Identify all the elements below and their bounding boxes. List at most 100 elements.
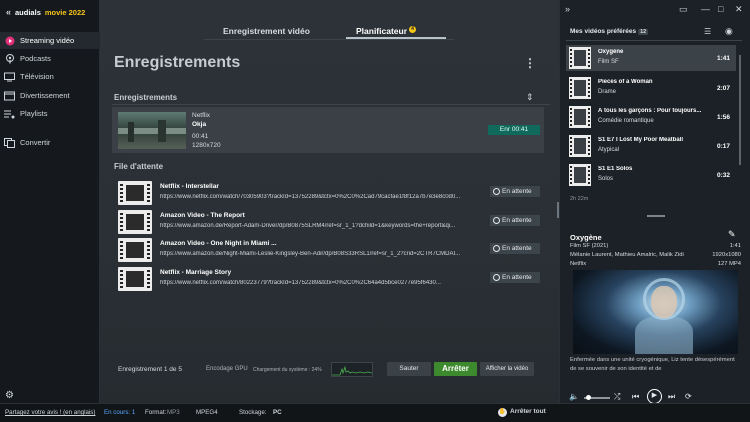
favorite-item[interactable]: S1 E1 Solos Solos 0:32 <box>566 162 736 188</box>
favorite-title: À tous les garçons : Pour toujours... <box>598 108 702 114</box>
queue-item-title: Netflix - Interstellar <box>160 183 219 190</box>
format-mpeg4-option[interactable]: MPEG4 <box>196 409 218 416</box>
previous-icon[interactable]: ⏮ <box>632 392 639 402</box>
sidebar-item-entertainment[interactable]: Divertissement <box>0 87 100 104</box>
volume-slider[interactable] <box>584 395 610 400</box>
next-icon[interactable]: ⏭ <box>668 392 675 402</box>
edit-pencil-icon[interactable]: ✎ <box>728 229 736 240</box>
sidebar-item-label: Convertir <box>20 138 51 147</box>
sidebar-item-playlists[interactable]: Playlists <box>0 105 100 122</box>
play-button[interactable]: ▶ <box>647 389 662 403</box>
favorites-total-duration: 2h 22m <box>570 196 589 202</box>
window-bar: » ▭ — □ ✕ <box>560 0 750 20</box>
favorite-item[interactable]: À tous les garçons : Pour toujours... Co… <box>566 104 736 130</box>
volume-icon[interactable]: 🔈 <box>569 392 579 401</box>
convert-icon <box>4 137 15 148</box>
recording-service: Netflix <box>192 112 211 119</box>
tab-scheduler[interactable]: Planificateur 4 <box>356 26 417 36</box>
panel-resize-handle[interactable] <box>647 215 665 217</box>
favorite-item[interactable]: S1 E7 I Lost My Poor Meatball Atypical 0… <box>566 133 736 159</box>
visibility-eye-icon[interactable]: ◉ <box>725 26 733 37</box>
sidebar-item-television[interactable]: Télévision <box>0 68 100 85</box>
queue-item[interactable]: Netflix - Interstellar https://www.netfl… <box>114 181 544 207</box>
detail-service: Netflix <box>570 261 587 267</box>
sidebar-item-label: Télévision <box>20 72 54 81</box>
active-tab-indicator <box>346 37 446 39</box>
repeat-icon[interactable]: ⟳ <box>685 392 692 401</box>
queue-status-badge: En attente <box>490 186 540 197</box>
stop-all-button[interactable]: ✋ Arrêter tout <box>498 408 546 417</box>
skip-button[interactable]: Sauter <box>387 362 431 376</box>
favorite-item[interactable]: Pieces of a Woman Drame 2:07 <box>566 75 736 101</box>
recording-resolution: 1280x720 <box>192 142 221 149</box>
detail-resolution: 1920x1080 <box>712 252 741 258</box>
queue-item-url: https://www.amazon.de/Night-Miami-Leslie… <box>160 251 461 257</box>
sort-icon[interactable]: ⇕ <box>526 92 534 103</box>
favorite-genre: Solos <box>598 176 614 182</box>
favorites-list-menu-icon[interactable]: ☰ <box>704 27 711 36</box>
clock-icon <box>493 245 500 252</box>
current-recording[interactable]: Netflix Okja 00:41 1280x720 Enr 00:41 <box>112 107 544 153</box>
snap-window-icon[interactable]: ▭ <box>679 4 688 15</box>
favorites-scrollbar[interactable] <box>739 55 741 165</box>
running-count[interactable]: En cours: 1 <box>104 409 135 416</box>
sidebar-item-label: Divertissement <box>20 91 70 100</box>
sidebar-item-podcasts[interactable]: Podcasts <box>0 50 100 67</box>
expand-panel-icon[interactable]: » <box>565 4 570 14</box>
recordings-section-header: Enregistrements <box>114 93 178 102</box>
movie-poster <box>573 270 738 354</box>
film-icon <box>118 267 152 291</box>
maximize-icon[interactable]: □ <box>718 4 723 14</box>
favorites-count: 12 <box>638 29 649 35</box>
more-options-icon[interactable]: ⋮ <box>524 56 536 70</box>
status-bar: Partagez votre avis ! (en anglais) En co… <box>0 403 750 422</box>
minimize-icon[interactable]: — <box>701 4 710 14</box>
film-icon <box>569 164 591 186</box>
storage-label: Stockage: <box>239 409 267 416</box>
favorite-duration: 1:56 <box>716 114 730 121</box>
scheduler-badge: 4 <box>409 26 417 33</box>
favorite-duration: 1:41 <box>716 55 730 62</box>
favorite-title: S1 E7 I Lost My Poor Meatball <box>598 137 684 143</box>
sidebar-item-streaming-video[interactable]: Streaming vidéo <box>0 32 100 49</box>
favorite-item[interactable]: Oxygène Film SF 1:41 <box>566 45 736 71</box>
queue-status-badge: En attente <box>490 215 540 226</box>
close-icon[interactable]: ✕ <box>735 4 743 15</box>
stop-hand-icon: ✋ <box>498 408 507 417</box>
feedback-link[interactable]: Partagez votre avis ! (en anglais) <box>5 409 95 416</box>
film-icon <box>118 238 152 262</box>
clock-icon <box>493 217 500 224</box>
shuffle-icon[interactable]: ⤮ <box>614 392 620 402</box>
format-mp3-option[interactable]: MP3 <box>167 409 180 416</box>
queue-status-badge: En attente <box>490 243 540 254</box>
favorite-duration: 0:32 <box>716 172 730 179</box>
tab-divider <box>204 39 454 40</box>
favorite-duration: 0:17 <box>716 143 730 150</box>
settings-gear-icon[interactable]: ⚙ <box>5 390 14 401</box>
media-player-controls: 🔈 ⤮ ⏮ ▶ ⏭ ⟳ <box>560 389 750 403</box>
queue-item[interactable]: Amazon Video - The Report https://www.am… <box>114 210 544 236</box>
detail-duration: 1:41 <box>729 243 741 249</box>
tab-video-recording[interactable]: Enregistrement vidéo <box>223 26 310 36</box>
queue-item-url: https://www.amazon.de/Report-Adam-Driver… <box>160 223 456 229</box>
favorites-header[interactable]: Mes vidéos préférées 12 <box>570 28 649 35</box>
show-video-button[interactable]: Afficher la vidéo <box>480 362 534 376</box>
detail-genre-year: Film SF (2021) <box>570 243 609 249</box>
stop-button[interactable]: Arrêter <box>434 362 477 376</box>
detail-synopsis: Enfermée dans une unité cryogénique, Liz… <box>570 357 735 372</box>
recording-title: Okja <box>192 121 207 128</box>
sidebar-item-convert[interactable]: Convertir <box>0 134 100 151</box>
queue-item[interactable]: Amazon Video - One Night in Miami ... ht… <box>114 238 544 264</box>
film-icon <box>118 181 152 205</box>
clock-icon <box>493 188 500 195</box>
system-load-graph <box>331 362 373 377</box>
collapse-sidebar-icon[interactable]: « <box>6 7 11 17</box>
queue-item[interactable]: Netflix - Marriage Story https://www.net… <box>114 267 544 293</box>
detail-cast: Mélanie Laurent, Mathieu Amalric, Malik … <box>570 252 684 258</box>
app-product: movie 2022 <box>44 7 86 17</box>
favorite-duration: 2:07 <box>716 85 730 92</box>
playlist-icon <box>4 108 15 119</box>
storage-pc-option[interactable]: PC <box>273 409 282 416</box>
favorites-divider <box>566 40 742 41</box>
favorite-genre: Atypical <box>598 147 620 153</box>
